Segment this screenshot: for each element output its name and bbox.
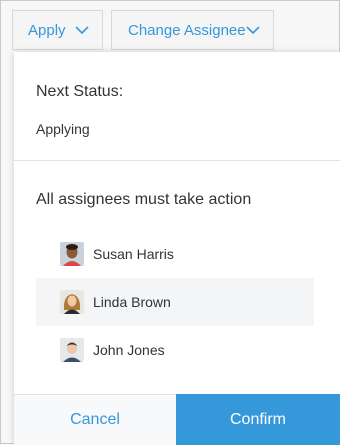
next-status-value: Applying (36, 121, 90, 137)
next-status-label: Next Status: (36, 83, 124, 100)
apply-button-label: Apply (28, 21, 66, 39)
assignee-item[interactable]: John Jones (36, 326, 314, 374)
chevron-down-icon (246, 26, 260, 35)
assignee-name: John Jones (93, 342, 165, 358)
confirm-button[interactable]: Confirm (176, 394, 340, 445)
assignee-item[interactable]: Susan Harris (36, 230, 314, 278)
assignee-name: Susan Harris (93, 246, 174, 262)
dialog-footer: Cancel Confirm (14, 394, 340, 445)
assignees-heading: All assignees must take action (36, 191, 252, 208)
cancel-button[interactable]: Cancel (14, 395, 176, 445)
assignee-name: Linda Brown (93, 294, 171, 310)
window-frame: Apply Change Assignee Next Status: Apply… (0, 0, 340, 445)
divider (14, 160, 340, 161)
chevron-down-icon (75, 26, 89, 35)
person-photo-icon (60, 242, 84, 266)
change-assignee-button-label: Change Assignee (128, 21, 246, 39)
apply-button[interactable]: Apply (12, 10, 103, 50)
status-change-dialog: Next Status: Applying All assignees must… (14, 52, 340, 445)
change-assignee-button[interactable]: Change Assignee (111, 10, 274, 50)
person-photo-icon (60, 290, 84, 314)
assignee-item[interactable]: Linda Brown (36, 278, 314, 326)
person-photo-icon (60, 338, 84, 362)
